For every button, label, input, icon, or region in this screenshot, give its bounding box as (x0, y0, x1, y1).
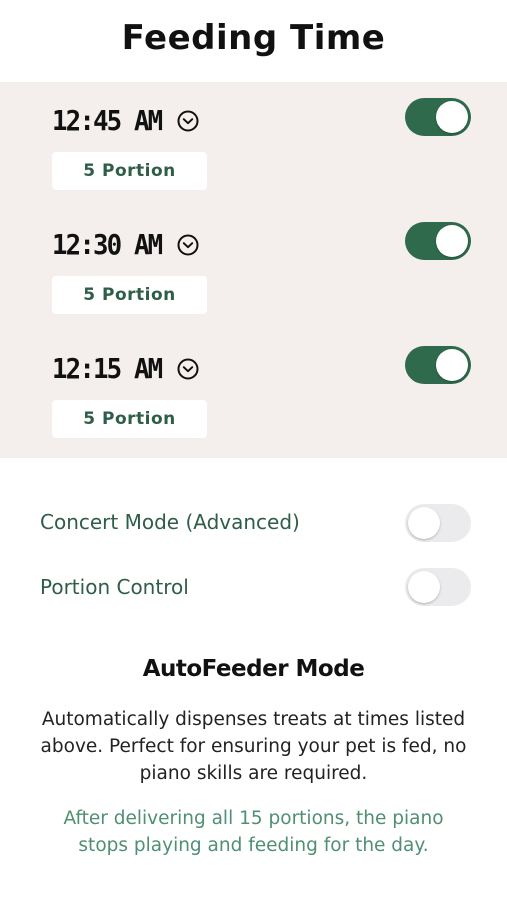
feeding-toggle[interactable] (405, 222, 471, 260)
schedule-row: 12:15 AM 5 Portion (0, 330, 507, 454)
toggle-knob (408, 507, 440, 539)
chevron-down-circle-icon[interactable] (177, 358, 199, 380)
mode-description: Automatically dispenses treats at times … (40, 709, 467, 784)
time-selector[interactable]: 12:30 AM (52, 228, 199, 261)
feeding-toggle[interactable] (405, 346, 471, 384)
feeding-toggle[interactable] (405, 98, 471, 136)
toggle-knob (408, 571, 440, 603)
feeding-time: 12:15 AM (52, 352, 163, 385)
concert-mode-label: Concert Mode (Advanced) (40, 510, 300, 534)
mode-title: AutoFeeder Mode (142, 656, 365, 682)
portion-control-label: Portion Control (40, 575, 189, 599)
concert-mode-toggle[interactable] (405, 504, 471, 542)
mode-note: After delivering all 15 portions, the pi… (63, 808, 444, 856)
toggle-knob (436, 101, 468, 133)
time-selector[interactable]: 12:15 AM (52, 352, 199, 385)
portion-button[interactable]: 5 Portion (52, 400, 207, 438)
toggle-knob (436, 225, 468, 257)
chevron-down-circle-icon[interactable] (177, 234, 199, 256)
chevron-down-circle-icon[interactable] (177, 110, 199, 132)
portion-button[interactable]: 5 Portion (52, 276, 207, 314)
toggle-knob (436, 349, 468, 381)
page-title: Feeding Time (121, 18, 386, 58)
schedule-row: 12:45 AM 5 Portion (0, 82, 507, 206)
feeding-time: 12:30 AM (52, 228, 163, 261)
schedule-row: 12:30 AM 5 Portion (0, 206, 507, 330)
feeding-time: 12:45 AM (52, 104, 163, 137)
time-selector[interactable]: 12:45 AM (52, 104, 199, 137)
feeding-schedule-panel: 12:45 AM 5 Portion 12:30 AM 5 Portion 12… (0, 82, 507, 458)
portion-button[interactable]: 5 Portion (52, 152, 207, 190)
portion-control-toggle[interactable] (405, 568, 471, 606)
